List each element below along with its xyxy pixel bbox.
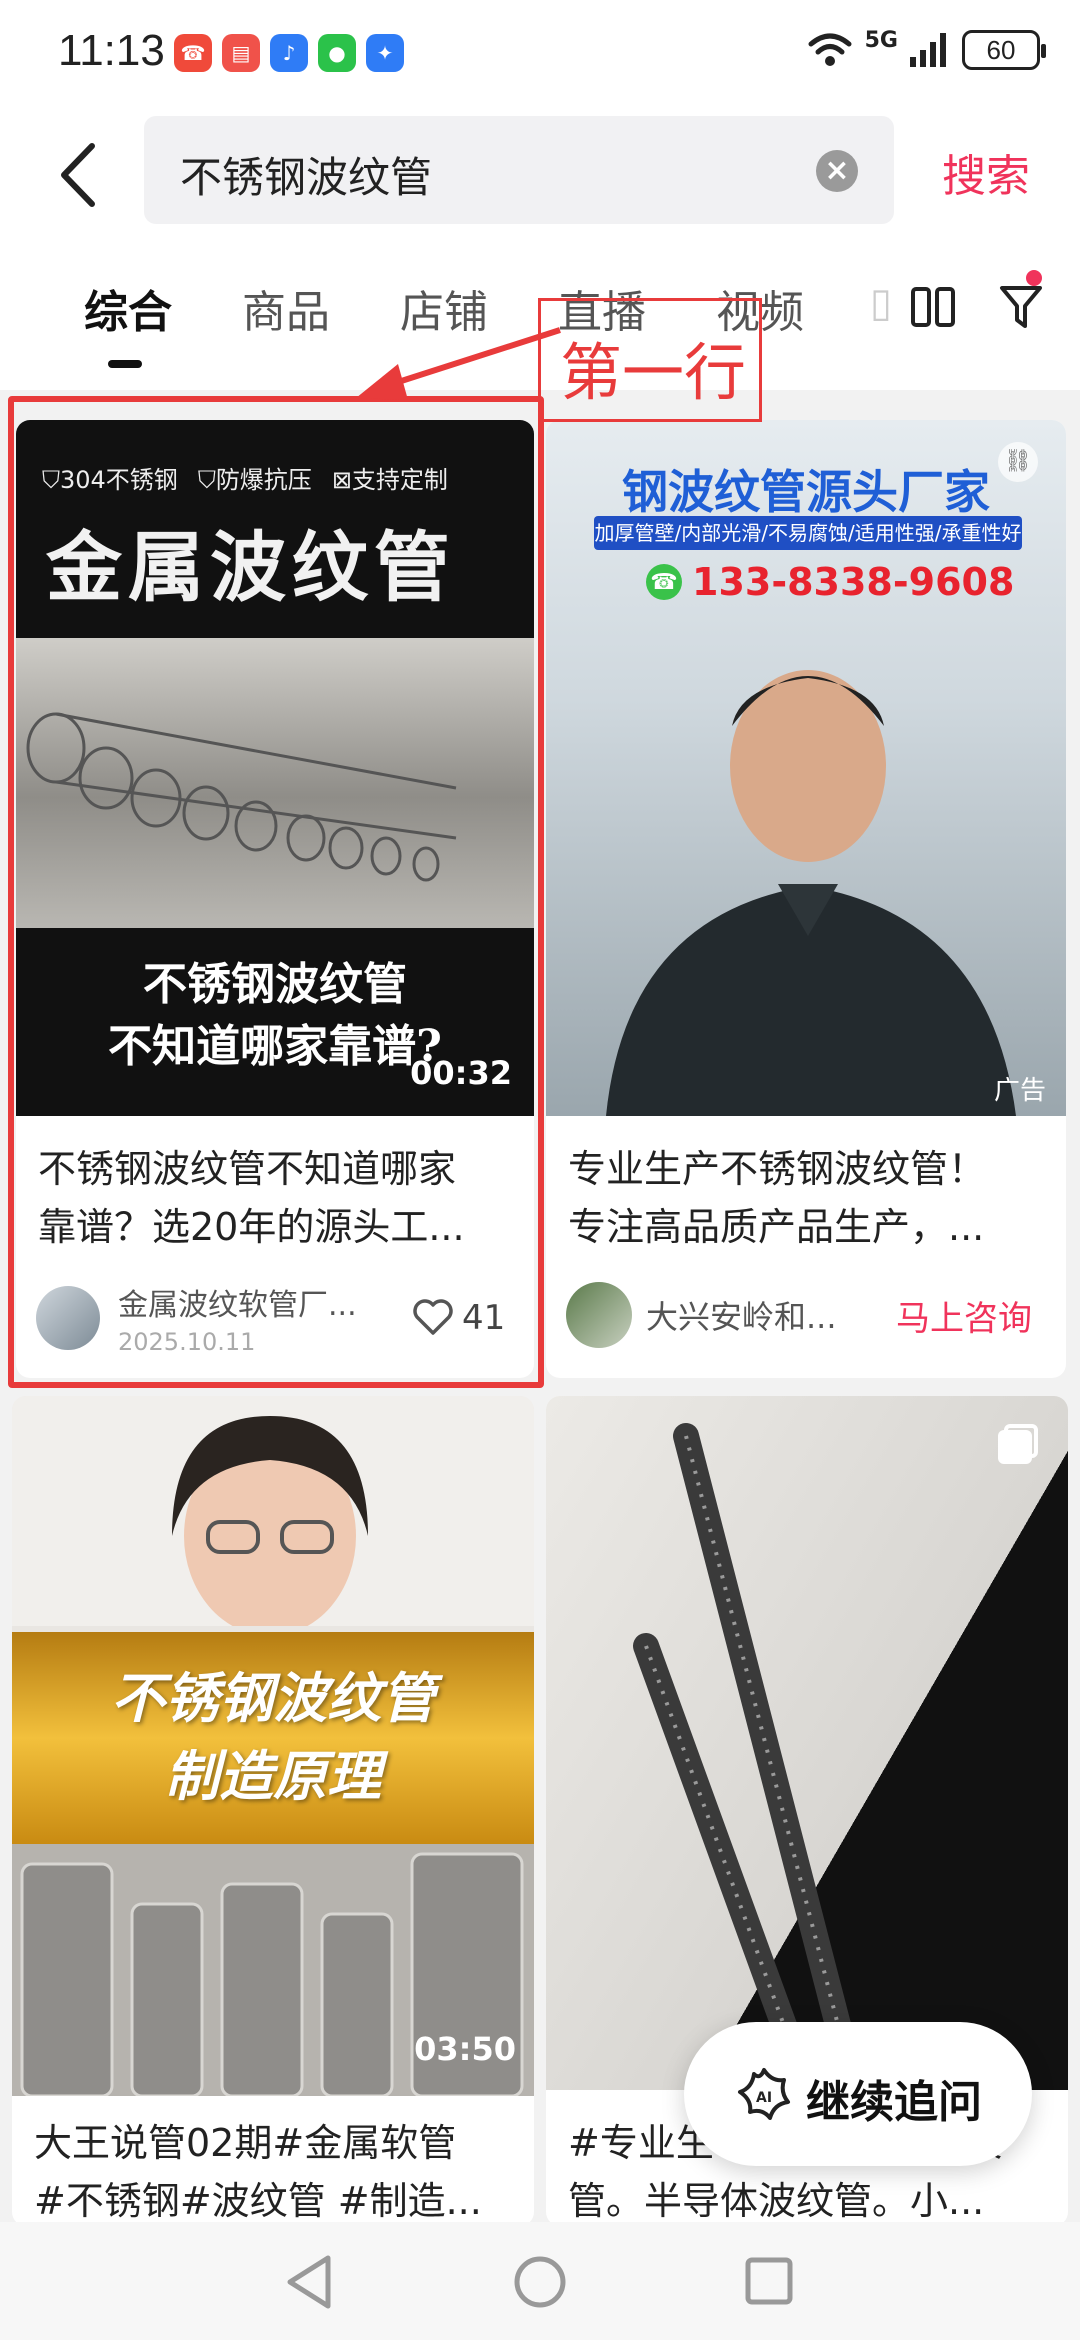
network-type: 5G — [864, 27, 898, 53]
ad-headline: 钢波纹管源头厂家 — [622, 465, 990, 519]
presenter-image — [606, 670, 1016, 1116]
consult-button[interactable]: 马上咨询 — [896, 1291, 1032, 1340]
ad-card[interactable]: 钢波纹管源头厂家 加厚管壁/内部光滑/不易腐蚀/适用性强/承重性好 ☎ 133-… — [546, 420, 1066, 1378]
nav-recents-icon[interactable] — [744, 2256, 794, 2306]
multi-image-icon — [998, 1424, 1038, 1464]
continue-ask-label: 继续追问 — [806, 2077, 982, 2128]
banner-line2: 制造原理 — [165, 1745, 381, 1808]
notification-icons: ☎ ▤ ♪ ● ✦ — [174, 34, 404, 72]
card-title-line2: 专注高品质产品生产，... — [568, 1205, 985, 1249]
phone-icon: ☎ — [646, 564, 682, 600]
highlight-first-row — [8, 396, 544, 1388]
wechat-app-icon: ● — [318, 34, 356, 72]
search-header: 不锈钢波纹管 × 搜索 — [0, 110, 1080, 240]
active-tab-indicator — [108, 360, 142, 368]
book-app-icon: ▤ — [222, 34, 260, 72]
tab-shops[interactable]: 店铺 — [400, 276, 488, 340]
video-duration: 03:50 — [414, 2030, 516, 2068]
threaded-rods-image — [633, 1423, 859, 2090]
video-card-3[interactable]: 不锈钢波纹管 制造原理 03:50 大王说管02期#金属软管 #不锈钢#波纹管 … — [12, 1396, 534, 2226]
author-avatar — [566, 1282, 632, 1348]
ad-subhead: 加厚管壁/内部光滑/不易腐蚀/适用性强/承重性好 — [594, 516, 1022, 550]
card-title-line1: 专业生产不锈钢波纹管！ — [568, 1147, 987, 1191]
author-name: 大兴安岭和... — [646, 1298, 837, 1336]
presenter-image — [12, 1396, 534, 1626]
search-input[interactable]: 不锈钢波纹管 × — [144, 116, 894, 224]
card-meta: 大兴安岭和... 马上咨询 — [566, 1282, 1056, 1348]
ad-phone: ☎ 133-8338-9608 — [646, 560, 1014, 604]
audio-app-icon: ♪ — [270, 34, 308, 72]
filter-icon[interactable] — [998, 282, 1044, 332]
banner-strip: 不锈钢波纹管 制造原理 — [12, 1632, 534, 1844]
nav-home-icon[interactable] — [512, 2254, 568, 2310]
nav-back-icon[interactable] — [284, 2254, 334, 2310]
image-thumbnail — [546, 1396, 1068, 2090]
tab-comprehensive[interactable]: 综合 — [84, 276, 172, 340]
back-arrow-icon[interactable] — [52, 140, 112, 210]
banner-line1: 不锈钢波纹管 — [111, 1667, 435, 1730]
link-icon[interactable]: ⛓ — [998, 442, 1038, 482]
status-time: 11:13 — [58, 26, 165, 75]
search-button[interactable]: 搜索 — [942, 140, 1030, 204]
ad-thumbnail: 钢波纹管源头厂家 加厚管壁/内部光滑/不易腐蚀/适用性强/承重性好 ☎ 133-… — [546, 420, 1066, 1116]
card-title-line2: 管。半导体波纹管。小... — [568, 2179, 985, 2223]
system-nav-bar — [0, 2222, 1080, 2340]
battery-indicator: 60 — [962, 30, 1046, 70]
clear-icon[interactable]: × — [816, 150, 858, 192]
search-query: 不锈钢波纹管 — [180, 153, 433, 202]
tab-overflow: ▯ — [870, 280, 893, 326]
status-bar: 11:13 ☎ ▤ ♪ ● ✦ 5G 60 — [0, 0, 1080, 110]
status-right: 5G 60 — [807, 27, 1046, 70]
svg-text:AI: AI — [756, 2090, 772, 2106]
card-title-line2: #不锈钢#波纹管 #制造... — [34, 2179, 482, 2223]
video-thumbnail: 不锈钢波纹管 制造原理 03:50 — [12, 1396, 534, 2096]
bulb-app-icon: ✦ — [366, 34, 404, 72]
signal-icon — [910, 33, 946, 67]
ai-icon: AI — [738, 2068, 790, 2120]
card-title-line1: 大王说管02期#金属软管 — [34, 2121, 457, 2165]
wifi-icon — [808, 33, 852, 66]
phone-app-icon: ☎ — [174, 34, 212, 72]
annotation-label: 第一行 — [560, 336, 747, 409]
filter-notification-dot — [1026, 270, 1042, 286]
tab-products[interactable]: 商品 — [242, 276, 330, 340]
layout-toggle-icon[interactable] — [910, 284, 956, 330]
continue-ask-button[interactable]: AI 继续追问 — [684, 2022, 1032, 2166]
ad-label: 广告 — [993, 1076, 1046, 1106]
